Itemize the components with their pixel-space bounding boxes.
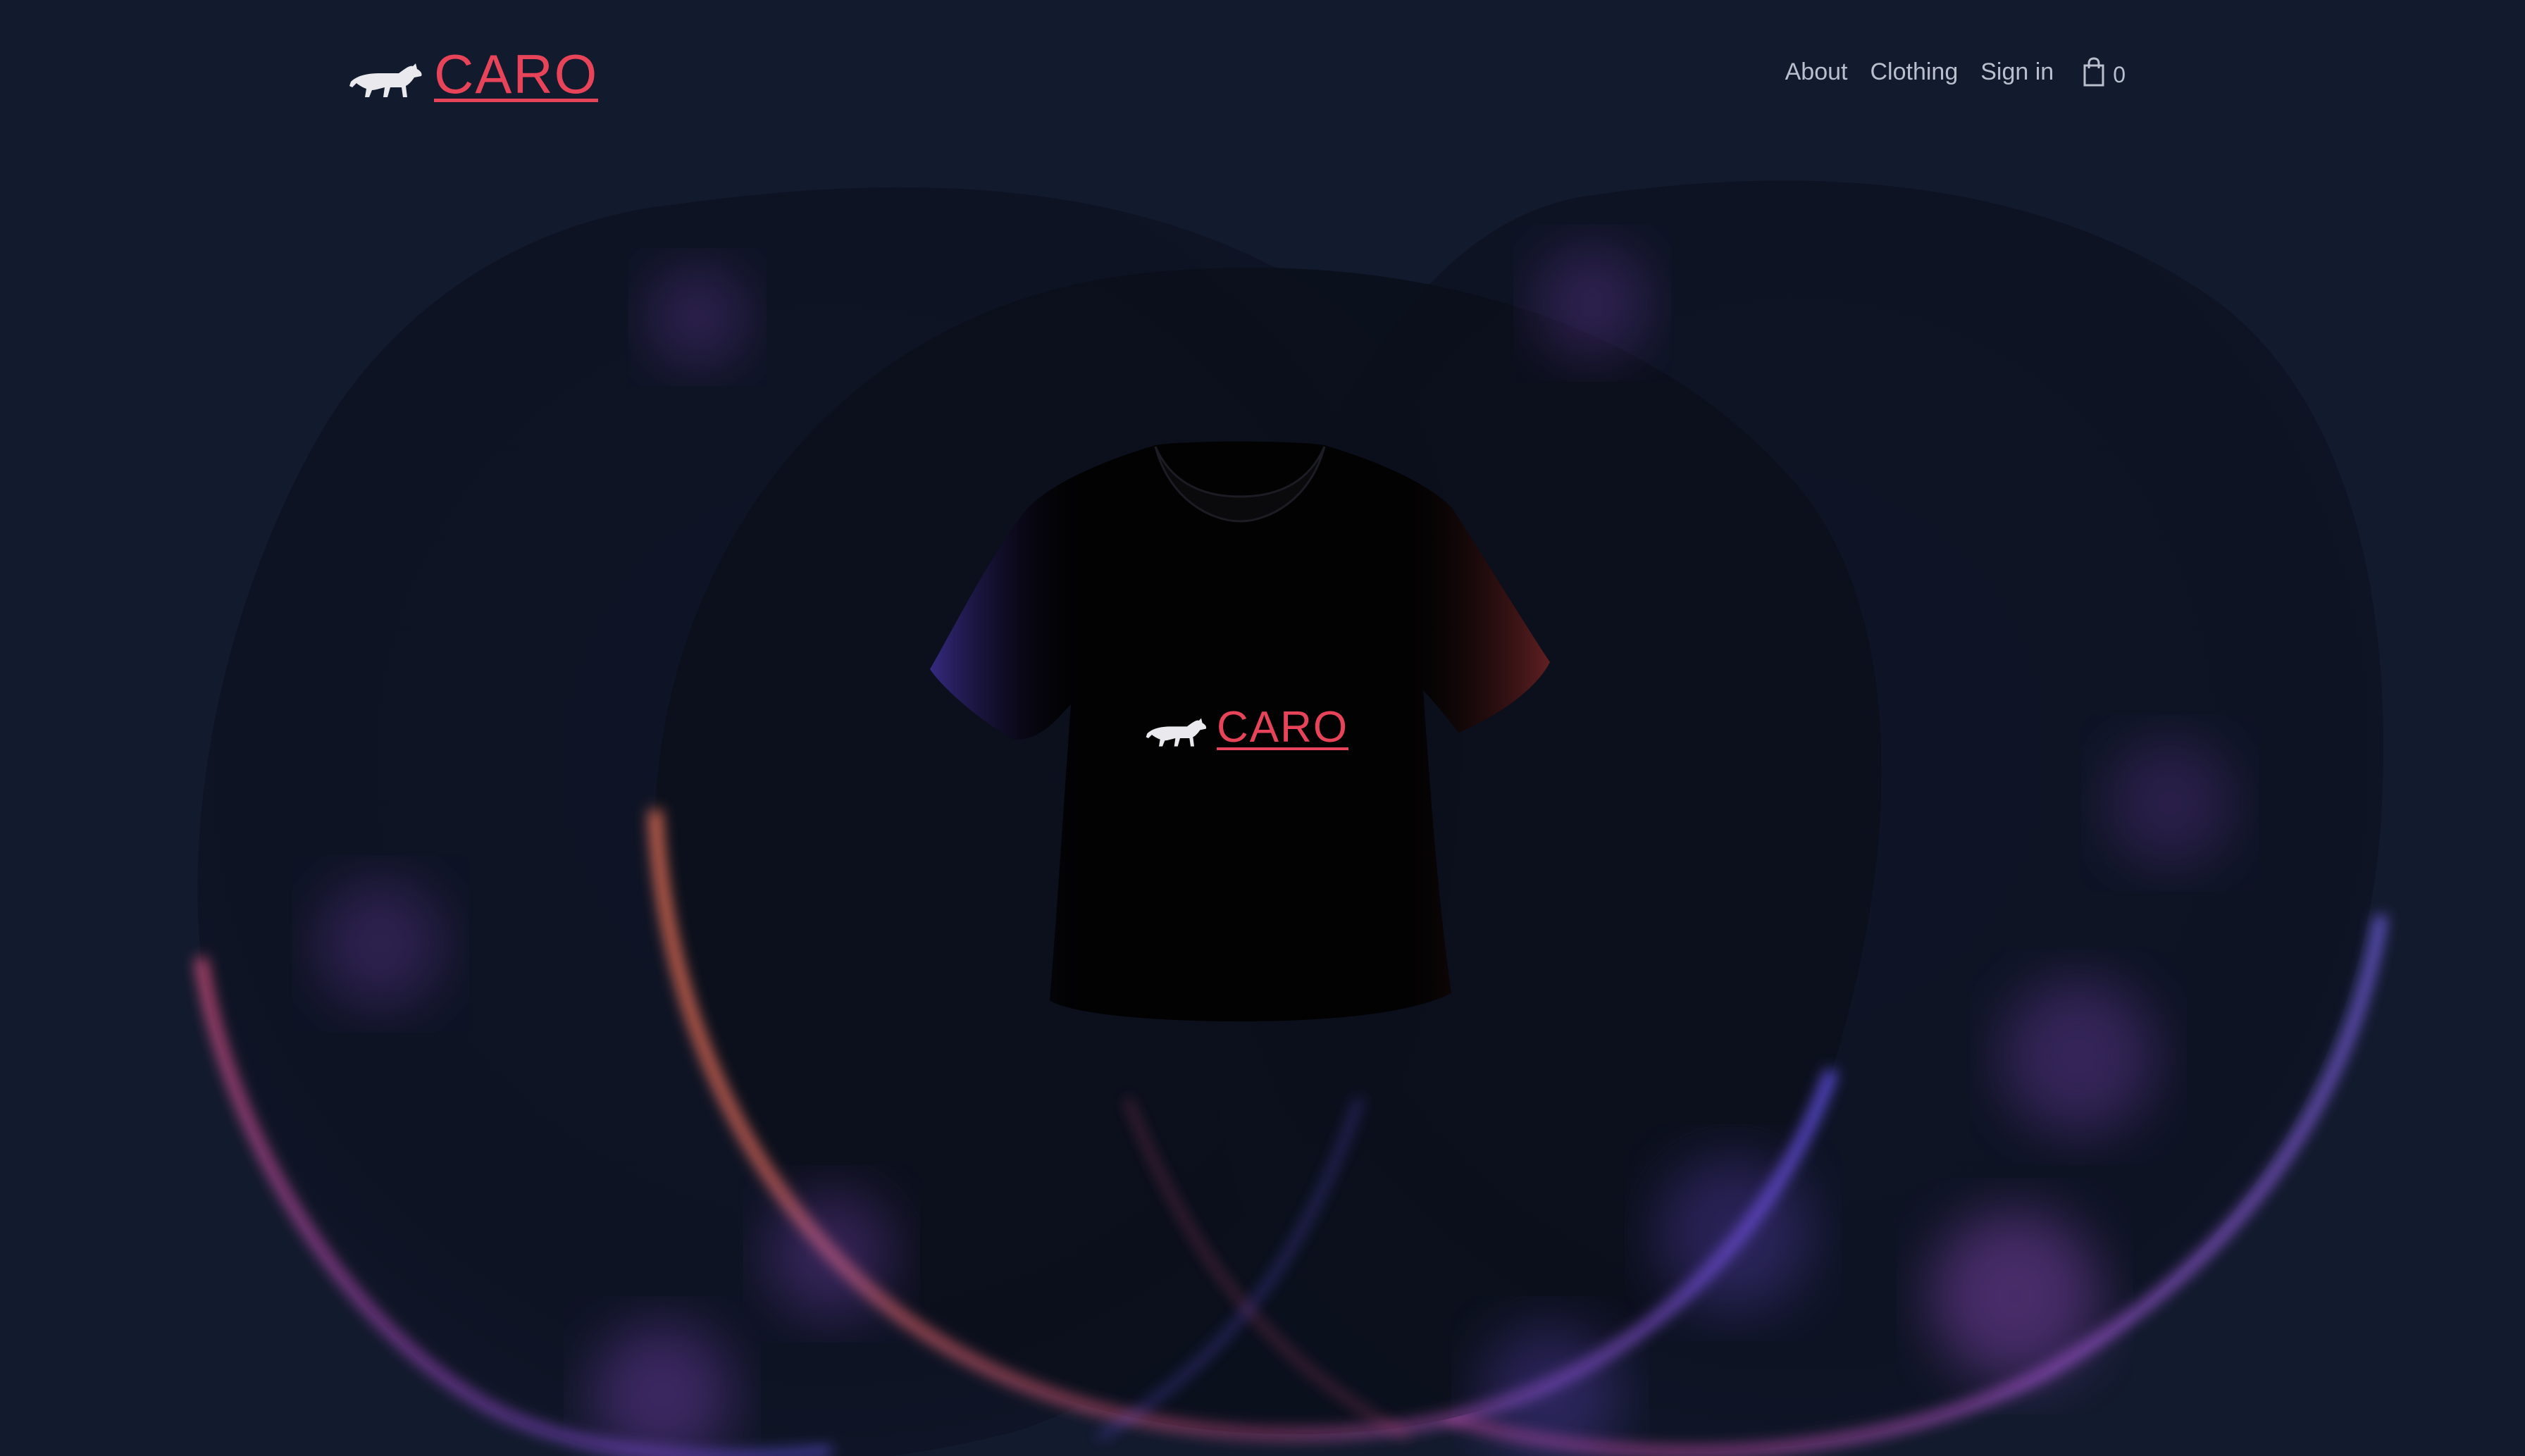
wolf-icon (349, 63, 422, 97)
nav-link-sign-in[interactable]: Sign in (1980, 58, 2054, 86)
tshirt-icon (930, 441, 1550, 1021)
cart-count: 0 (2113, 61, 2126, 87)
main-nav: About Clothing Sign in 0 (1785, 51, 2126, 93)
product-tshirt[interactable]: CARO (916, 437, 1564, 1141)
shirt-print-text: CARO (1217, 703, 1349, 752)
shopping-bag-icon (2083, 57, 2104, 87)
site-header: CARO About Clothing Sign in 0 (0, 0, 2525, 155)
hero-section: CARO (0, 0, 2525, 1456)
landing-page: CARO CARO About Clothing Sign in 0 (0, 0, 2525, 1456)
shirt-print-logo: CARO (1145, 703, 1349, 752)
cart-button[interactable]: 0 (2082, 56, 2126, 88)
brand-name: CARO (434, 42, 599, 105)
brand-logo-link[interactable]: CARO (348, 42, 599, 107)
nav-link-clothing[interactable]: Clothing (1870, 58, 1958, 86)
wolf-icon (1146, 718, 1207, 747)
nav-link-about[interactable]: About (1785, 58, 1848, 86)
